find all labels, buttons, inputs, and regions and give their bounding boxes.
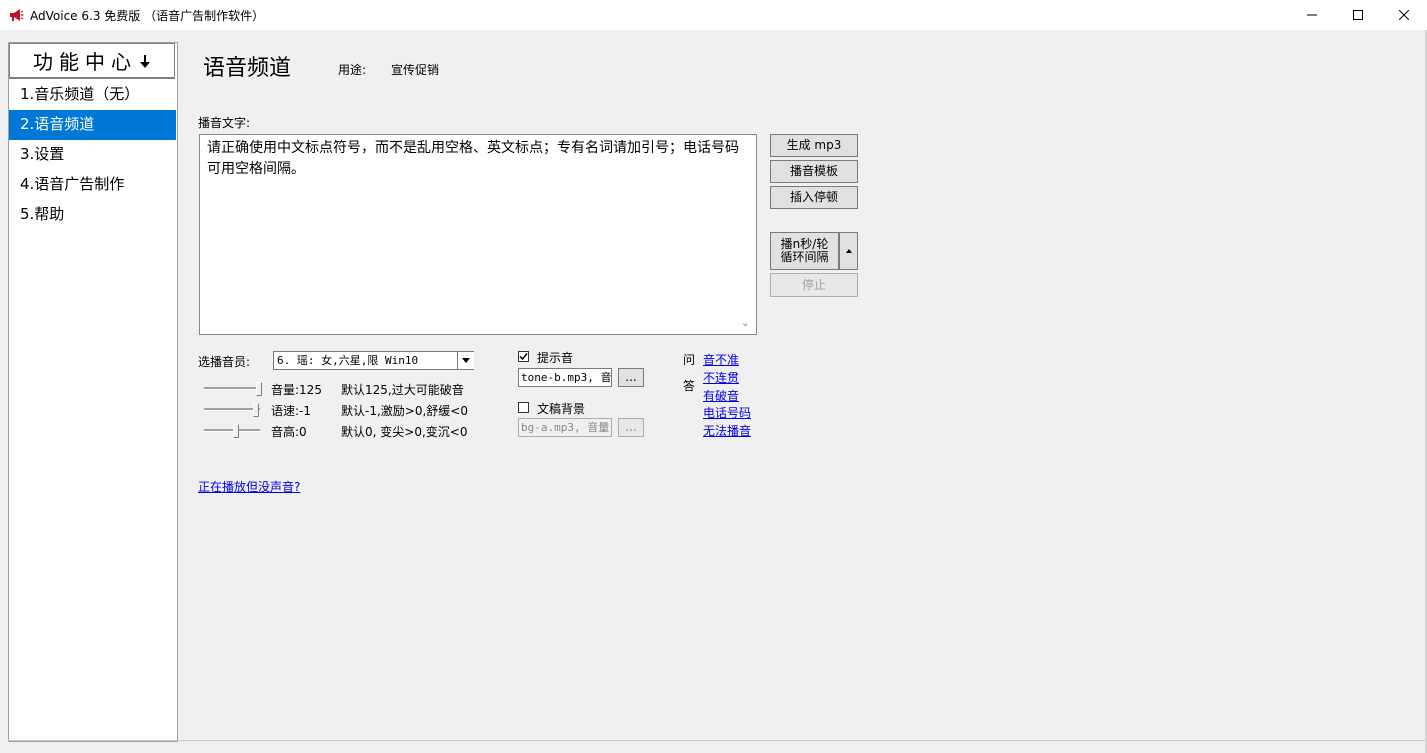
generate-mp3-button[interactable]: 生成 mp3 (770, 134, 858, 157)
faq-link-3[interactable]: 有破音 (703, 387, 739, 404)
close-button[interactable] (1381, 0, 1427, 30)
broadcast-template-button[interactable]: 播音模板 (770, 160, 858, 183)
faq-link-1[interactable]: 音不准 (703, 351, 739, 368)
background-file-field[interactable]: bg-a.mp3, 音量 (518, 418, 612, 437)
chevron-down-icon[interactable] (457, 352, 474, 369)
volume-slider-thumb[interactable] (256, 382, 262, 396)
faq-link-5[interactable]: 无法播音 (703, 422, 751, 439)
speed-hint: 默认-1,激励>0,舒缓<0 (341, 404, 468, 418)
sidebar-item-1[interactable]: 1.音乐频道（无） (9, 80, 176, 110)
loop-dropdown-button[interactable] (839, 232, 858, 270)
pitch-value-label: 音高:0 (271, 425, 307, 439)
cue-tone-checkbox[interactable] (518, 351, 529, 362)
close-icon (1399, 10, 1409, 20)
cue-tone-file-field[interactable]: tone-b.mp3, 音量 (518, 368, 612, 387)
faq-link-2[interactable]: 不连贯 (703, 369, 739, 386)
sidebar-item-3[interactable]: 3.设置 (9, 140, 176, 170)
volume-slider-track[interactable] (204, 387, 260, 390)
volume-value-label: 音量:125 (271, 383, 322, 397)
checkmark-icon (519, 353, 528, 361)
bottom-divider (8, 740, 1426, 741)
purpose-label: 用途: (338, 63, 367, 77)
sidebar-item-2[interactable]: 2.语音频道 (9, 110, 176, 140)
background-browse-button[interactable]: ... (618, 418, 644, 437)
volume-hint: 默认125,过大可能破音 (341, 383, 464, 397)
cue-tone-browse-button[interactable]: ... (618, 368, 644, 387)
pitch-hint: 默认0, 变尖>0,变沉<0 (341, 425, 468, 439)
pitch-slider-track[interactable] (204, 429, 260, 432)
background-label: 文稿背景 (537, 402, 586, 416)
minimize-button[interactable] (1289, 0, 1335, 30)
speed-value-label: 语速:-1 (271, 404, 312, 418)
sidebar-item-5[interactable]: 5.帮助 (9, 200, 176, 230)
minimize-icon (1307, 14, 1317, 16)
arrow-down-icon (140, 54, 150, 68)
broadcast-text[interactable]: 请正确使用中文标点符号，而不是乱用空格、英文标点；专有名词请加引号；电话号码可用… (207, 138, 739, 180)
cue-tone-label: 提示音 (537, 351, 574, 365)
triangle-up-icon (845, 249, 852, 253)
no-sound-help-link[interactable]: 正在播放但没声音? (198, 478, 300, 495)
faq-link-4[interactable]: 电话号码 (703, 404, 751, 421)
speed-slider-track[interactable] (204, 408, 260, 411)
function-center-label: 功能中心 (33, 50, 137, 74)
page-title: 语音频道 (203, 56, 292, 81)
insert-pause-button[interactable]: 插入停顿 (770, 186, 858, 209)
purpose-value: 宣传促销 (391, 63, 440, 77)
loop-interval-line2: 循环间隔 (780, 250, 829, 264)
loop-interval-button[interactable]: 播n秒/轮 循环间隔 (770, 232, 839, 270)
faq-question-label: 问 (683, 353, 696, 367)
stop-button[interactable]: 停止 (770, 273, 858, 297)
maximize-icon (1353, 10, 1363, 20)
speed-slider-thumb[interactable] (253, 403, 259, 417)
voice-select[interactable]: 6. 瑶: 女,六星,限 Win10 (273, 351, 474, 370)
function-center-header[interactable]: 功能中心 (9, 43, 175, 79)
maximize-button[interactable] (1335, 0, 1381, 30)
window-title: AdVoice 6.3 免费版 （语音广告制作软件） (30, 9, 265, 23)
voice-select-label: 选播音员: (198, 355, 251, 369)
scroll-down-icon[interactable]: ⌄ (741, 318, 749, 329)
sidebar-item-4[interactable]: 4.语音广告制作 (9, 170, 176, 200)
faq-answer-label: 答 (683, 379, 696, 393)
pitch-slider-thumb[interactable] (233, 424, 239, 438)
background-checkbox[interactable] (518, 402, 529, 413)
megaphone-icon (10, 9, 24, 21)
broadcast-text-label: 播音文字: (198, 116, 251, 130)
